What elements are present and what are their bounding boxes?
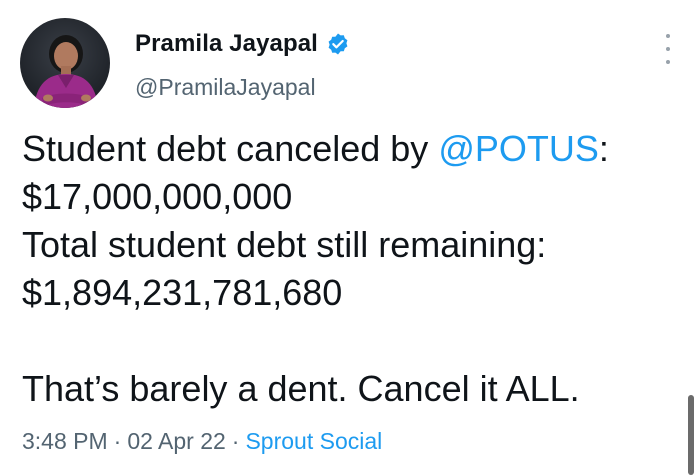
tweet-line-1-suffix: : <box>598 128 609 169</box>
avatar[interactable] <box>20 18 110 108</box>
scrollbar-thumb[interactable] <box>688 395 694 475</box>
tweet-date[interactable]: 02 Apr 22 <box>127 428 225 455</box>
meta-separator: · <box>231 428 240 454</box>
author-display-name[interactable]: Pramila Jayapal <box>135 30 318 58</box>
more-dot <box>666 60 670 64</box>
mention-link[interactable]: @POTUS <box>438 128 599 169</box>
avatar-portrait-image <box>34 35 98 108</box>
more-dot <box>666 34 670 38</box>
tweet-time[interactable]: 3:48 PM <box>22 428 108 455</box>
more-options-icon[interactable] <box>662 34 674 64</box>
tweet-card: Pramila Jayapal @PramilaJayapal Student … <box>0 0 700 475</box>
more-dot <box>666 47 670 51</box>
tweet-line-1: Student debt canceled by @POTUS: <box>22 125 682 173</box>
tweet-text: Student debt canceled by @POTUS: $17,000… <box>22 125 682 413</box>
meta-separator: · <box>113 428 122 454</box>
tweet-line-2: $17,000,000,000 <box>22 176 293 217</box>
tweet-metadata: 3:48 PM · 02 Apr 22 · Sprout Social <box>22 428 382 455</box>
tweet-line-4: $1,894,231,781,680 <box>22 272 343 313</box>
tweet-source-link[interactable]: Sprout Social <box>245 428 382 455</box>
verified-badge-icon <box>326 32 350 56</box>
tweet-line-5: That’s barely a dent. Cancel it ALL. <box>22 368 580 409</box>
tweet-line-1-prefix: Student debt canceled by <box>22 128 439 169</box>
author-name-row: Pramila Jayapal <box>135 30 350 58</box>
tweet-line-3: Total student debt still remaining: <box>22 224 547 265</box>
author-handle[interactable]: @PramilaJayapal <box>135 74 316 101</box>
